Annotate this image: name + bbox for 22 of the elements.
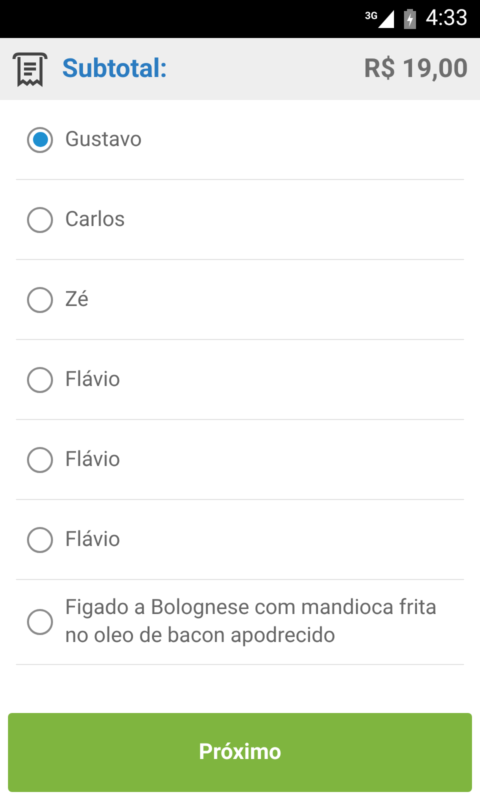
option-label: Carlos bbox=[65, 206, 126, 234]
option-label: Zé bbox=[65, 286, 89, 314]
signal-icon bbox=[378, 10, 394, 28]
radio-button[interactable] bbox=[27, 446, 53, 472]
radio-button[interactable] bbox=[27, 609, 53, 635]
radio-button[interactable] bbox=[27, 126, 53, 152]
clock: 4:33 bbox=[426, 8, 468, 30]
radio-button[interactable] bbox=[27, 526, 53, 552]
subtotal-label: Subtotal: bbox=[62, 52, 168, 86]
subtotal-amount: R$ 19,00 bbox=[364, 52, 468, 86]
next-button[interactable]: Próximo bbox=[8, 713, 472, 792]
battery-charging-icon bbox=[404, 9, 416, 29]
radio-button[interactable] bbox=[27, 366, 53, 392]
option-label: Gustavo bbox=[65, 126, 142, 154]
option-label: Flávio bbox=[65, 526, 120, 554]
receipt-icon bbox=[12, 51, 48, 87]
option-label: Flávio bbox=[65, 446, 120, 474]
radio-button[interactable] bbox=[27, 206, 53, 232]
radio-button[interactable] bbox=[27, 286, 53, 312]
network-label: 3G bbox=[365, 12, 378, 22]
option-label: Flávio bbox=[65, 366, 120, 394]
option-label: Figado a Bolognese com mandioca frita no oleo de bacon apodrecido bbox=[65, 595, 438, 650]
